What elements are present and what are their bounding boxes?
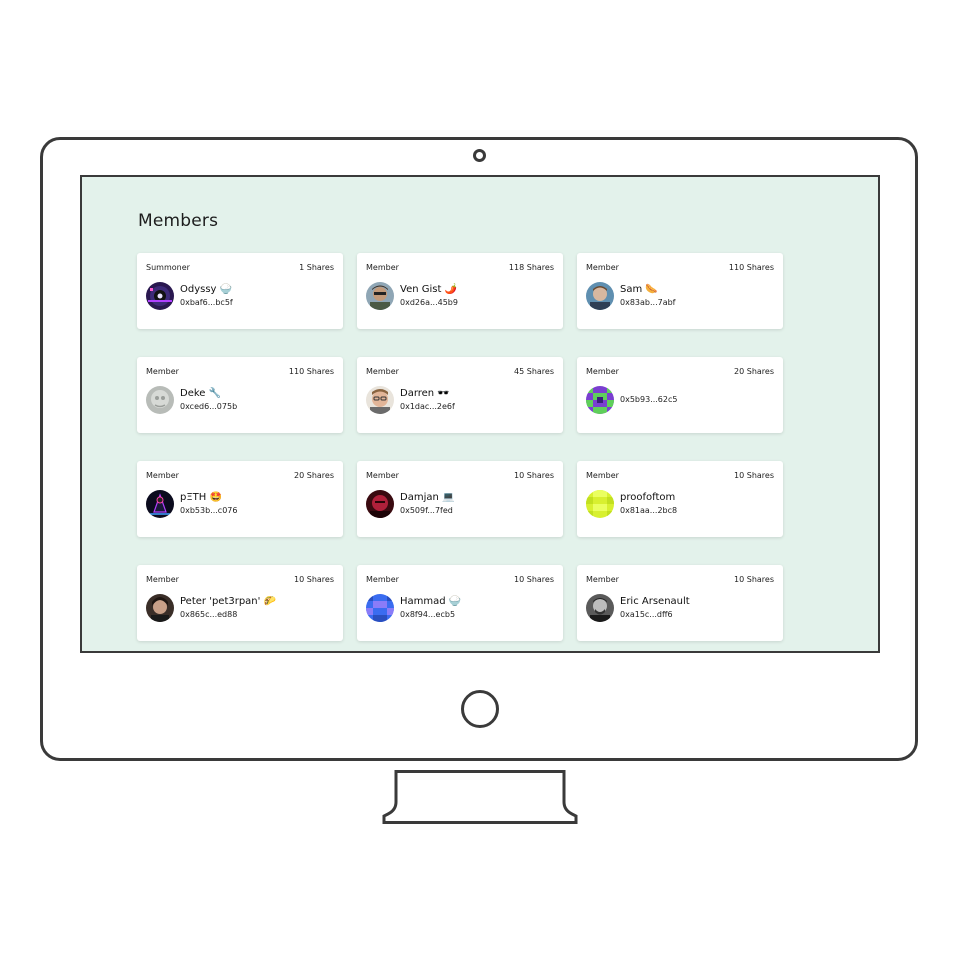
member-card[interactable]: Member 20 Shares 0x5b93...62c5 <box>577 357 783 433</box>
member-card[interactable]: Member 20 Shares pΞTH 🤩 0xb53b...c076 <box>137 461 343 537</box>
member-name: Peter 'pet3rpan' 🌮 <box>180 596 277 607</box>
member-shares: 10 Shares <box>734 575 774 584</box>
member-shares: 45 Shares <box>514 367 554 376</box>
avatar <box>366 594 394 622</box>
member-role: Member <box>146 367 179 376</box>
member-name: Hammad 🍚 <box>400 596 462 607</box>
member-address[interactable]: 0x5b93...62c5 <box>620 395 677 404</box>
member-role: Member <box>366 263 399 272</box>
member-shares: 110 Shares <box>288 367 334 376</box>
member-name: Deke 🔧 <box>180 388 222 399</box>
member-address[interactable]: 0x1dac...2e6f <box>400 402 455 411</box>
member-name: Sam 🌭 <box>620 284 658 295</box>
member-card[interactable]: Member 10 Shares Eric Arsenault 0xa15c..… <box>577 565 783 641</box>
member-address[interactable]: 0x83ab...7abf <box>620 298 676 307</box>
member-name: Damjan 💻 <box>400 492 455 503</box>
member-card[interactable]: Member 10 Shares Damjan 💻 0x509f...7fed <box>357 461 563 537</box>
avatar <box>586 490 614 518</box>
member-role: Member <box>366 471 399 480</box>
member-role: Member <box>586 263 619 272</box>
member-role: Member <box>366 575 399 584</box>
member-card[interactable]: Member 45 Shares Darren 🕶️ 0x1dac...2e6f <box>357 357 563 433</box>
avatar <box>366 282 394 310</box>
member-shares: 118 Shares <box>508 263 554 272</box>
monitor-stand <box>382 770 578 824</box>
member-role: Member <box>146 471 179 480</box>
member-shares: 20 Shares <box>734 367 774 376</box>
member-shares: 20 Shares <box>294 471 334 480</box>
camera-icon <box>473 149 486 162</box>
member-card[interactable]: Member 118 Shares Ven Gist 🌶️ 0xd26a...4… <box>357 253 563 329</box>
member-name: Odyssy 🍚 <box>180 284 233 295</box>
member-card[interactable]: Member 10 Shares Peter 'pet3rpan' 🌮 0x86… <box>137 565 343 641</box>
avatar <box>146 282 174 310</box>
member-role: Member <box>146 575 179 584</box>
member-card[interactable]: Member 110 Shares Sam 🌭 0x83ab...7abf <box>577 253 783 329</box>
member-shares: 10 Shares <box>294 575 334 584</box>
member-role: Member <box>586 367 619 376</box>
member-address[interactable]: 0xd26a...45b9 <box>400 298 458 307</box>
page-title: Members <box>138 211 219 231</box>
member-role: Member <box>586 471 619 480</box>
member-address[interactable]: 0x865c...ed88 <box>180 610 237 619</box>
member-shares: 10 Shares <box>734 471 774 480</box>
member-role: Summoner <box>146 263 190 272</box>
member-card[interactable]: Member 10 Shares proofoftom 0x81aa...2bc… <box>577 461 783 537</box>
member-address[interactable]: 0x81aa...2bc8 <box>620 506 677 515</box>
member-shares: 110 Shares <box>728 263 774 272</box>
home-button-icon <box>461 690 499 728</box>
member-name: Eric Arsenault <box>620 596 690 607</box>
member-role: Member <box>586 575 619 584</box>
avatar <box>146 490 174 518</box>
member-shares: 10 Shares <box>514 471 554 480</box>
member-name: pΞTH 🤩 <box>180 492 222 503</box>
member-name: Darren 🕶️ <box>400 388 450 399</box>
screen: Members Summoner 1 Shares Odyssy 🍚 0xbaf… <box>80 175 880 653</box>
member-name: Ven Gist 🌶️ <box>400 284 458 295</box>
avatar <box>586 386 614 414</box>
member-address[interactable]: 0xced6...075b <box>180 402 237 411</box>
member-address[interactable]: 0xa15c...dff6 <box>620 610 673 619</box>
member-shares: 1 Shares <box>299 263 334 272</box>
member-address[interactable]: 0xbaf6...bc5f <box>180 298 233 307</box>
member-address[interactable]: 0x509f...7fed <box>400 506 453 515</box>
member-card[interactable]: Summoner 1 Shares Odyssy 🍚 0xbaf6...bc5f <box>137 253 343 329</box>
member-card[interactable]: Member 110 Shares Deke 🔧 0xced6...075b <box>137 357 343 433</box>
members-grid: Summoner 1 Shares Odyssy 🍚 0xbaf6...bc5f… <box>137 253 787 641</box>
member-name: proofoftom <box>620 492 676 503</box>
member-address[interactable]: 0xb53b...c076 <box>180 506 237 515</box>
avatar <box>586 594 614 622</box>
avatar <box>366 490 394 518</box>
member-role: Member <box>366 367 399 376</box>
member-shares: 10 Shares <box>514 575 554 584</box>
member-card[interactable]: Member 10 Shares Hammad 🍚 0x8f94...ecb5 <box>357 565 563 641</box>
member-address[interactable]: 0x8f94...ecb5 <box>400 610 455 619</box>
avatar <box>586 282 614 310</box>
avatar <box>366 386 394 414</box>
avatar <box>146 386 174 414</box>
avatar <box>146 594 174 622</box>
